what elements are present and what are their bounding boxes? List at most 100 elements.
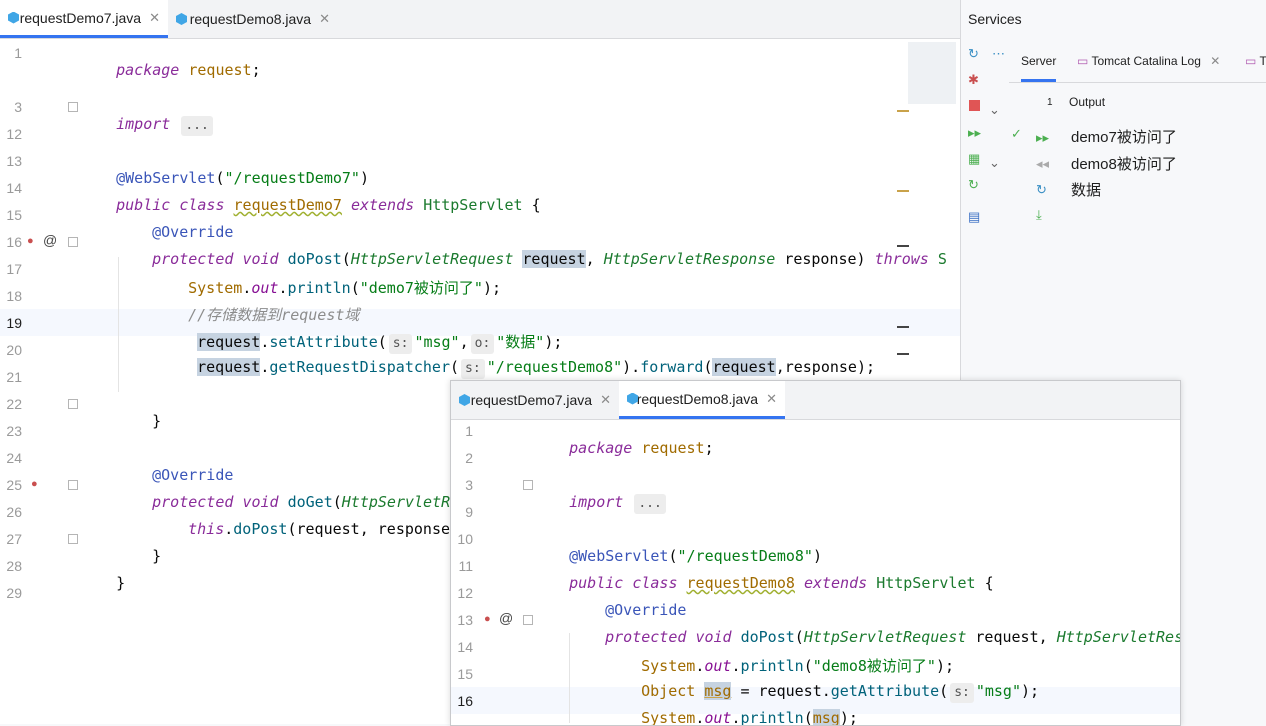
rerun-icon[interactable]: ↻	[968, 46, 979, 62]
fold-icon[interactable]	[68, 237, 78, 247]
dot: .	[695, 709, 705, 726]
chevron-down-icon[interactable]: ⌄	[989, 102, 1000, 118]
code-line[interactable]: this.doPost(request, response);	[152, 502, 468, 556]
override-method-icon[interactable]: ●	[484, 613, 491, 625]
code-line[interactable]: }	[116, 394, 161, 448]
log-icon: ▭	[1077, 54, 1089, 68]
stop-icon[interactable]	[969, 100, 980, 111]
code-line[interactable]: package request;	[80, 43, 261, 97]
folded-imports[interactable]: ...	[181, 116, 213, 136]
line-number: 3	[14, 99, 22, 115]
line-number: 2	[465, 450, 473, 466]
fold-icon[interactable]	[68, 534, 78, 544]
close-icon[interactable]: ✕	[1210, 54, 1220, 68]
fold-icon[interactable]	[68, 102, 78, 112]
paren: );	[1021, 682, 1040, 700]
scroll-marker[interactable]	[897, 326, 909, 328]
variable-ref: msg	[812, 709, 840, 726]
chevron-down-icon[interactable]: ⌄	[989, 155, 1000, 171]
dot: .	[224, 520, 234, 538]
check-icon: ✓	[1011, 126, 1022, 141]
console-output-line: 数据	[1071, 182, 1102, 199]
fold-icon[interactable]	[68, 399, 78, 409]
refresh-icon[interactable]: ↻	[968, 177, 979, 193]
close-icon[interactable]: ✕	[766, 391, 777, 407]
param-hint: s:	[461, 359, 485, 379]
override-method-icon[interactable]: ●	[31, 478, 38, 490]
line-number: 23	[6, 423, 22, 439]
close-icon[interactable]: ✕	[149, 10, 160, 26]
exception-type: S	[937, 250, 947, 268]
param-type: HttpServletRespons	[1056, 628, 1180, 646]
line-number: 13	[457, 612, 473, 628]
tab-requestdemo8[interactable]: requestDemo8.java ✕	[619, 381, 785, 419]
paren: (	[803, 709, 813, 726]
line-number: 17	[6, 261, 22, 277]
output-label: Output	[1069, 95, 1106, 109]
line-number: 26	[6, 504, 22, 520]
tab-server[interactable]: Server	[1021, 40, 1057, 82]
tab-tomcat-catalina-log[interactable]: ▭ Tomcat Catalina Log ✕	[1077, 40, 1220, 82]
fold-icon[interactable]	[523, 615, 533, 625]
annotation-at-icon[interactable]: @	[43, 232, 57, 248]
keyword: import	[569, 493, 624, 511]
method-call: doPost	[233, 520, 288, 538]
services-title: Services	[968, 11, 1022, 27]
line-number: 22	[6, 396, 22, 412]
debug-icon[interactable]: ✱	[968, 72, 979, 88]
line-number: 18	[6, 288, 22, 304]
artifacts-icon[interactable]: ▦	[968, 151, 980, 167]
secondary-editor[interactable]: requestDemo7.java ✕ requestDemo8.java ✕ …	[450, 380, 1181, 726]
services-tabbar: Server ▭ Tomcat Catalina Log ✕ ▭ T	[1009, 40, 1266, 83]
folded-imports[interactable]: ...	[634, 494, 666, 514]
scroll-marker[interactable]	[897, 190, 909, 192]
code-line[interactable]: System.out.println(msg);	[605, 691, 858, 726]
line-number: 15	[457, 666, 473, 682]
code-line[interactable]: package request;	[533, 421, 714, 475]
fold-icon[interactable]	[68, 480, 78, 490]
method-call: forward	[640, 358, 704, 376]
more-icon[interactable]: ⋯	[992, 46, 1005, 62]
paren: ).	[622, 358, 641, 376]
brace: {	[984, 574, 994, 592]
package-name: request	[641, 439, 705, 457]
resume-icon[interactable]: ▸▸	[1036, 130, 1049, 146]
layout-icon[interactable]: ▤	[968, 209, 980, 225]
close-icon[interactable]: ✕	[319, 11, 330, 27]
scroll-marker[interactable]	[897, 353, 909, 355]
scroll-to-end-icon[interactable]: ⤓	[1036, 207, 1042, 223]
semicolon: ;	[704, 439, 714, 457]
arguments: (request, response);	[287, 520, 469, 538]
fold-icon[interactable]	[523, 480, 533, 490]
sync-icon[interactable]: ↻	[1036, 182, 1047, 198]
line-number: 12	[6, 126, 22, 142]
code-line[interactable]: import ...	[533, 475, 668, 532]
superclass-name: HttpServlet	[876, 574, 976, 592]
method-call: println	[740, 709, 804, 726]
brace: {	[531, 196, 541, 214]
code-line[interactable]: import ...	[80, 97, 215, 154]
brace: }	[116, 574, 126, 592]
tab-requestdemo8[interactable]: requestDemo8.java ✕	[168, 0, 338, 38]
minimap[interactable]	[908, 42, 956, 104]
deploy-icon[interactable]: ▸▸	[968, 125, 981, 141]
param-name: response)	[784, 250, 866, 268]
override-method-icon[interactable]: ●	[27, 235, 34, 247]
scroll-marker[interactable]	[897, 110, 909, 112]
line-number: 15	[6, 207, 22, 223]
tab-truncated[interactable]: ▭ T	[1245, 40, 1266, 82]
tab-requestdemo7[interactable]: requestDemo7.java ✕	[451, 381, 619, 419]
close-icon[interactable]: ✕	[600, 392, 611, 408]
tab-requestdemo7[interactable]: requestDemo7.java ✕	[0, 0, 168, 38]
line-number: 1	[14, 45, 22, 61]
line-number: 25	[6, 477, 22, 493]
tab-label: requestDemo8.java	[189, 11, 312, 27]
annotation-at-icon[interactable]: @	[499, 610, 513, 626]
scroll-marker[interactable]	[897, 245, 909, 247]
java-class-icon	[8, 12, 13, 24]
line-number: 12	[457, 585, 473, 601]
step-icon[interactable]: ◂◂	[1036, 156, 1049, 172]
paren: (	[939, 682, 949, 700]
code-line[interactable]: }	[80, 556, 125, 610]
string-literal: "/requestDemo8"	[486, 358, 623, 376]
